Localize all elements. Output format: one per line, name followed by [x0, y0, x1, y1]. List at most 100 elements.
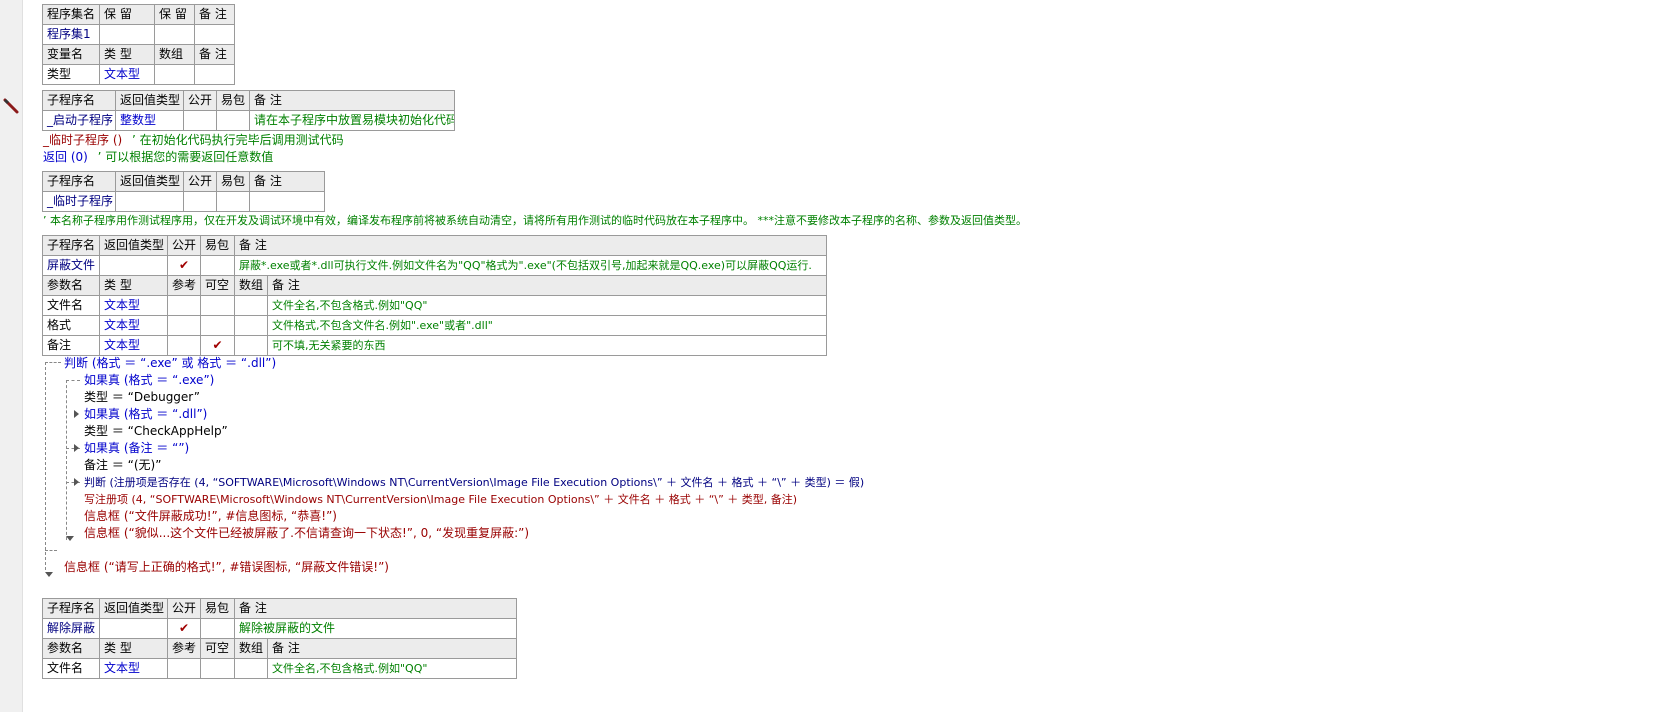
- code-line[interactable]: 如果真 (备注 ＝ “”): [84, 440, 189, 457]
- sub-name-cell[interactable]: _临时子程序: [42, 191, 116, 212]
- return-type-cell[interactable]: [99, 618, 168, 639]
- param-type-cell[interactable]: 文本型: [99, 658, 168, 679]
- easy-pack-cell[interactable]: [216, 191, 250, 212]
- sub3-table: 子程序名 返回值类型 公开 易包 备 注 屏蔽文件 ✔ 屏蔽*.exe或者*.d…: [42, 235, 828, 356]
- flow-line: [45, 550, 57, 551]
- code-line[interactable]: 写注册项 (4, “SOFTWARE\Microsoft\Windows NT\…: [84, 491, 797, 508]
- flow-line: [45, 362, 61, 363]
- param-type-cell[interactable]: 文本型: [99, 295, 168, 316]
- sub1-table: 子程序名 返回值类型 公开 易包 备 注 _启动子程序 整数型 请在本子程序中放…: [42, 90, 455, 131]
- code-line[interactable]: 判断 (格式 ＝ “.exe” 或 格式 ＝ “.dll”): [64, 355, 276, 372]
- code-line[interactable]: 如果真 (格式 ＝ “.dll”): [84, 406, 207, 423]
- param-name-cell[interactable]: 格式: [42, 315, 100, 336]
- col-header: 子程序名: [42, 598, 100, 619]
- code-line[interactable]: 信息框 (“貌似...这个文件已经被屏蔽了.不信请查询一下状态!”, 0, “发…: [84, 525, 529, 542]
- note-cell[interactable]: 屏蔽*.exe或者*.dll可执行文件.例如文件名为"QQ"格式为".exe"(…: [233, 255, 828, 276]
- param-name-cell[interactable]: 备注: [42, 335, 100, 356]
- return-type-cell[interactable]: [99, 255, 168, 276]
- cell[interactable]: [154, 24, 195, 45]
- param-type-cell[interactable]: 文本型: [99, 335, 168, 356]
- col-header: 公开: [183, 171, 217, 192]
- col-header: 类 型: [99, 275, 168, 296]
- code-line[interactable]: 类型 ＝ “Debugger”: [84, 389, 200, 406]
- col-header: 备 注: [249, 171, 325, 192]
- code-line[interactable]: _临时子程序 () ’ 在初始化代码执行完毕后调用测试代码: [43, 132, 344, 149]
- public-cell[interactable]: [183, 110, 217, 131]
- easy-pack-cell[interactable]: [200, 618, 235, 639]
- easy-pack-cell[interactable]: [216, 110, 250, 131]
- sub4-table: 子程序名 返回值类型 公开 易包 备 注 解除屏蔽 ✔ 解除被屏蔽的文件 参数名…: [42, 598, 518, 679]
- code-line[interactable]: 备注 ＝ “(无)”: [84, 457, 161, 474]
- sub-name-cell[interactable]: 屏蔽文件: [42, 255, 100, 276]
- col-header: 保 留: [154, 4, 195, 25]
- code-line[interactable]: 类型 ＝ “CheckAppHelp”: [84, 423, 228, 440]
- nullable-cell[interactable]: [200, 295, 235, 316]
- nullable-cell[interactable]: [200, 658, 235, 679]
- param-name-cell[interactable]: 文件名: [42, 295, 100, 316]
- array-cell[interactable]: [234, 295, 268, 316]
- ref-cell[interactable]: [167, 658, 201, 679]
- param-note-cell[interactable]: 文件全名,不包含格式.例如"QQ": [266, 658, 518, 679]
- code-line[interactable]: 信息框 (“文件屏蔽成功!”, #信息图标, “恭喜!”): [84, 508, 337, 525]
- col-header: 备 注: [266, 275, 828, 296]
- note-cell[interactable]: 请在本子程序中放置易模块初始化代码: [249, 110, 455, 131]
- variable-name-cell[interactable]: 类型: [42, 64, 100, 85]
- param-note-cell[interactable]: 可不填,无关紧要的东西: [266, 335, 828, 356]
- array-cell[interactable]: [234, 335, 268, 356]
- param-note-cell[interactable]: 文件格式,不包含文件名.例如".exe"或者".dll": [266, 315, 828, 336]
- flow-arrow-icon: [74, 478, 79, 486]
- col-header: 备 注: [233, 598, 518, 619]
- sub-name-cell[interactable]: 解除屏蔽: [42, 618, 100, 639]
- nullable-cell[interactable]: [200, 315, 235, 336]
- col-header: 子程序名: [42, 90, 116, 111]
- col-header: 类 型: [99, 638, 168, 659]
- easy-pack-cell[interactable]: [200, 255, 235, 276]
- code-line[interactable]: 信息框 (“请写上正确的格式!”, #错误图标, “屏蔽文件错误!”): [64, 559, 389, 576]
- col-header: 参考: [167, 275, 201, 296]
- col-header: 备 注: [194, 4, 235, 25]
- cell[interactable]: [194, 64, 235, 85]
- col-header: 参考: [167, 638, 201, 659]
- nullable-check-icon[interactable]: ✔: [200, 335, 235, 356]
- col-header: 公开: [167, 235, 201, 256]
- col-header: 数组: [154, 44, 195, 65]
- array-cell[interactable]: [234, 315, 268, 336]
- code-line[interactable]: 返回 (0) ’ 可以根据您的需要返回任意数值: [43, 149, 273, 166]
- flow-arrow-icon: [74, 410, 79, 418]
- col-header: 易包: [200, 235, 235, 256]
- cell[interactable]: [194, 24, 235, 45]
- sub-name-cell[interactable]: _启动子程序: [42, 110, 116, 131]
- variable-type-cell[interactable]: 文本型: [99, 64, 155, 85]
- ref-cell[interactable]: [167, 315, 201, 336]
- sub2-comment[interactable]: ’ 本名称子程序用作测试程序用，仅在开发及调试环境中有效，编译发布程序前将被系统…: [43, 212, 1027, 229]
- cell[interactable]: [99, 24, 155, 45]
- call-text: _临时子程序 (): [43, 133, 123, 147]
- array-cell[interactable]: [234, 658, 268, 679]
- param-name-cell[interactable]: 文件名: [42, 658, 100, 679]
- col-header: 返回值类型: [99, 235, 168, 256]
- return-type-cell[interactable]: 整数型: [115, 110, 184, 131]
- return-type-cell[interactable]: [115, 191, 184, 212]
- param-note-cell[interactable]: 文件全名,不包含格式.例如"QQ": [266, 295, 828, 316]
- ref-cell[interactable]: [167, 295, 201, 316]
- col-header: 公开: [167, 598, 201, 619]
- col-header: 子程序名: [42, 171, 116, 192]
- col-header: 返回值类型: [115, 171, 184, 192]
- public-check-icon[interactable]: ✔: [167, 618, 201, 639]
- public-cell[interactable]: [183, 191, 217, 212]
- public-check-icon[interactable]: ✔: [167, 255, 201, 276]
- param-row: 备注 文本型 ✔ 可不填,无关紧要的东西: [42, 335, 828, 356]
- param-row: 格式 文本型 文件格式,不包含文件名.例如".exe"或者".dll": [42, 315, 828, 336]
- assembly-table: 程序集名 保 留 保 留 备 注 程序集1 变量名 类 型 数组 备 注 类型 …: [42, 4, 235, 85]
- note-cell[interactable]: 解除被屏蔽的文件: [233, 618, 518, 639]
- assembly-name-cell[interactable]: 程序集1: [42, 24, 100, 45]
- comment-text: ’ 在初始化代码执行完毕后调用测试代码: [132, 133, 344, 147]
- ref-cell[interactable]: [167, 335, 201, 356]
- code-line[interactable]: 判断 (注册项是否存在 (4, “SOFTWARE\Microsoft\Wind…: [84, 474, 864, 491]
- keyword-text: 返回 (0): [43, 150, 88, 164]
- param-type-cell[interactable]: 文本型: [99, 315, 168, 336]
- col-header: 保 留: [99, 4, 155, 25]
- cell[interactable]: [154, 64, 195, 85]
- code-line[interactable]: 如果真 (格式 ＝ “.exe”): [84, 372, 214, 389]
- note-cell[interactable]: [249, 191, 325, 212]
